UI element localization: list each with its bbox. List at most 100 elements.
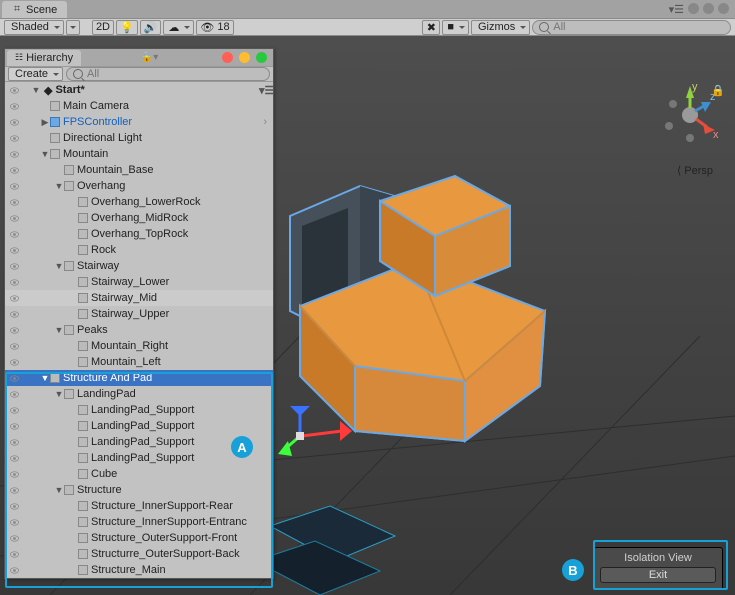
visibility-toggle[interactable] bbox=[5, 517, 23, 528]
visibility-toggle[interactable] bbox=[5, 309, 23, 320]
window-button[interactable] bbox=[718, 3, 729, 14]
hierarchy-row[interactable]: Mountain_Right bbox=[5, 338, 273, 354]
shading-extra-dropdown[interactable] bbox=[66, 20, 80, 35]
fold-toggle[interactable]: ▼ bbox=[54, 485, 64, 495]
visibility-toggle[interactable] bbox=[5, 485, 23, 496]
hierarchy-row[interactable]: Rock bbox=[5, 242, 273, 258]
visibility-toggle[interactable] bbox=[5, 277, 23, 288]
fold-toggle[interactable]: ▼ bbox=[40, 373, 50, 383]
hierarchy-row[interactable]: ▼Overhang bbox=[5, 178, 273, 194]
visibility-toggle[interactable] bbox=[5, 325, 23, 336]
visibility-toggle[interactable] bbox=[5, 453, 23, 464]
visibility-toggle[interactable] bbox=[5, 245, 23, 256]
hierarchy-row[interactable]: ▼Stairway bbox=[5, 258, 273, 274]
visibility-toggle[interactable] bbox=[5, 501, 23, 512]
visibility-toggle[interactable] bbox=[5, 437, 23, 448]
gizmos-dropdown[interactable]: Gizmos bbox=[471, 20, 530, 35]
visibility-toggle[interactable] bbox=[5, 101, 23, 112]
visibility-toggle[interactable] bbox=[5, 565, 23, 576]
visibility-toggle[interactable] bbox=[5, 197, 23, 208]
zoom-button[interactable] bbox=[256, 52, 267, 63]
hierarchy-row[interactable]: ▼Mountain bbox=[5, 146, 273, 162]
scene-root-row[interactable]: ▼ ◆ Start* ▾☰ bbox=[5, 82, 273, 98]
hierarchy-tab[interactable]: ☷ Hierarchy bbox=[7, 50, 81, 66]
hierarchy-row[interactable]: ▼Structure And Pad bbox=[5, 370, 273, 386]
hierarchy-row[interactable]: Structure_Main bbox=[5, 562, 273, 578]
visibility-toggle[interactable] bbox=[5, 165, 23, 176]
hierarchy-row[interactable]: Structure_OuterSupport-Front bbox=[5, 530, 273, 546]
hierarchy-tree[interactable]: ▼ ◆ Start* ▾☰ Main Camera▶FPSController›… bbox=[5, 82, 273, 578]
hierarchy-row[interactable]: Stairway_Mid bbox=[5, 290, 273, 306]
lock-icon[interactable]: 🔒▾ bbox=[141, 52, 158, 63]
hierarchy-row[interactable]: LandingPad_Support bbox=[5, 418, 273, 434]
fold-toggle[interactable]: ▼ bbox=[54, 325, 64, 335]
hierarchy-row[interactable]: Mountain_Left bbox=[5, 354, 273, 370]
hierarchy-row[interactable]: Structure_InnerSupport-Rear bbox=[5, 498, 273, 514]
visibility-toggle[interactable] bbox=[5, 405, 23, 416]
hierarchy-row[interactable]: Structure_InnerSupport-Entranc bbox=[5, 514, 273, 530]
window-button[interactable] bbox=[703, 3, 714, 14]
panel-menu-icon[interactable]: ▾☰ bbox=[669, 3, 684, 16]
hierarchy-row[interactable]: Cube bbox=[5, 466, 273, 482]
hierarchy-row[interactable]: Stairway_Lower bbox=[5, 274, 273, 290]
hierarchy-row[interactable]: Overhang_LowerRock bbox=[5, 194, 273, 210]
chevron-right-icon[interactable]: › bbox=[263, 116, 273, 128]
lighting-toggle[interactable]: 💡 bbox=[116, 20, 138, 35]
hierarchy-row[interactable]: ▶FPSController› bbox=[5, 114, 273, 130]
hierarchy-row[interactable]: LandingPad_Support bbox=[5, 402, 273, 418]
fx-dropdown[interactable]: ☁ bbox=[163, 20, 194, 35]
close-button[interactable] bbox=[222, 52, 233, 63]
visibility-toggle[interactable] bbox=[5, 181, 23, 192]
fold-toggle[interactable]: ▼ bbox=[54, 389, 64, 399]
scene-tab[interactable]: ⌗ Scene bbox=[2, 1, 67, 18]
hidden-objects-toggle[interactable]: 👁 18 bbox=[196, 20, 233, 35]
visibility-toggle[interactable] bbox=[5, 533, 23, 544]
hierarchy-row[interactable]: Main Camera bbox=[5, 98, 273, 114]
create-dropdown[interactable]: Create bbox=[8, 67, 63, 81]
fold-toggle[interactable]: ▶ bbox=[40, 117, 50, 128]
visibility-toggle[interactable] bbox=[5, 117, 23, 128]
hierarchy-search-input[interactable] bbox=[87, 68, 263, 80]
visibility-toggle[interactable] bbox=[5, 549, 23, 560]
shading-mode-dropdown[interactable]: Shaded bbox=[4, 20, 64, 35]
2d-toggle[interactable]: 2D bbox=[92, 20, 114, 35]
perspective-label[interactable]: ⟨Persp bbox=[677, 164, 713, 177]
hierarchy-row[interactable]: Stairway_Upper bbox=[5, 306, 273, 322]
hierarchy-row[interactable]: Overhang_TopRock bbox=[5, 226, 273, 242]
hierarchy-row[interactable]: Directional Light bbox=[5, 130, 273, 146]
visibility-toggle[interactable] bbox=[5, 85, 23, 96]
visibility-toggle[interactable] bbox=[5, 421, 23, 432]
fold-toggle[interactable]: ▼ bbox=[54, 261, 64, 271]
window-button[interactable] bbox=[688, 3, 699, 14]
visibility-toggle[interactable] bbox=[5, 469, 23, 480]
visibility-toggle[interactable] bbox=[5, 389, 23, 400]
audio-toggle[interactable]: 🔊 bbox=[140, 20, 162, 35]
visibility-toggle[interactable] bbox=[5, 341, 23, 352]
hierarchy-row[interactable]: Overhang_MidRock bbox=[5, 210, 273, 226]
hierarchy-row[interactable]: ▼Peaks bbox=[5, 322, 273, 338]
hierarchy-row[interactable]: Structurre_OuterSupport-Back bbox=[5, 546, 273, 562]
visibility-toggle[interactable] bbox=[5, 373, 23, 384]
fold-toggle[interactable]: ▼ bbox=[54, 181, 64, 191]
scene-search-input[interactable] bbox=[553, 21, 724, 33]
visibility-toggle[interactable] bbox=[5, 213, 23, 224]
isolation-exit-button[interactable]: Exit bbox=[600, 567, 716, 583]
minimize-button[interactable] bbox=[239, 52, 250, 63]
fold-toggle[interactable]: ▼ bbox=[40, 149, 50, 159]
gizmo-lock-icon[interactable]: 🔒 bbox=[711, 84, 725, 97]
hierarchy-search[interactable] bbox=[66, 67, 270, 81]
visibility-toggle[interactable] bbox=[5, 133, 23, 144]
visibility-toggle[interactable] bbox=[5, 261, 23, 272]
camera-dropdown[interactable]: ■ bbox=[442, 20, 469, 35]
fold-toggle[interactable]: ▼ bbox=[31, 85, 41, 95]
row-options-icon[interactable]: ▾☰ bbox=[259, 84, 273, 97]
visibility-toggle[interactable] bbox=[5, 229, 23, 240]
visibility-toggle[interactable] bbox=[5, 149, 23, 160]
visibility-toggle[interactable] bbox=[5, 357, 23, 368]
hierarchy-row[interactable]: ▼Structure bbox=[5, 482, 273, 498]
tools-button[interactable]: ✖ bbox=[422, 20, 440, 35]
scene-search[interactable] bbox=[532, 20, 731, 35]
hierarchy-row[interactable]: Mountain_Base bbox=[5, 162, 273, 178]
visibility-toggle[interactable] bbox=[5, 293, 23, 304]
hierarchy-row[interactable]: ▼LandingPad bbox=[5, 386, 273, 402]
